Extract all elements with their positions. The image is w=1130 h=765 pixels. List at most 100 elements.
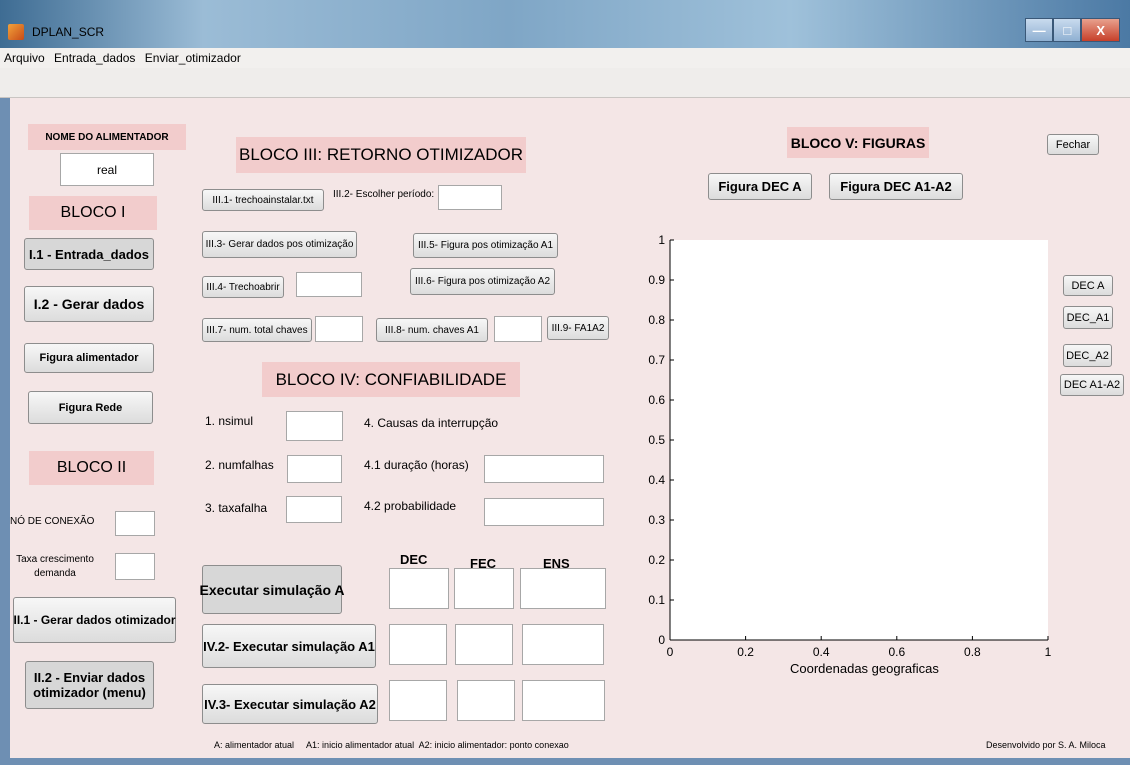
y-tick-label: 0.2 — [648, 553, 665, 567]
y-tick-label: 0.3 — [648, 513, 665, 527]
y-tick-label: 0 — [658, 633, 665, 647]
x-tick-label: 0 — [667, 645, 674, 659]
y-tick-label: 0.6 — [648, 393, 665, 407]
dec-column-header: DEC — [400, 552, 428, 567]
num-chaves-a1-field[interactable] — [494, 316, 542, 342]
fec-a2-field[interactable] — [457, 680, 515, 721]
gerar-dados-pos-otimizacao-button[interactable]: III.3- Gerar dados pos otimização — [202, 231, 357, 258]
legend-text: A: alimentador atual A1: inicio alimenta… — [214, 740, 569, 750]
gerar-dados-otimizador-button[interactable]: II.1 - Gerar dados otimizador — [13, 597, 176, 643]
probabilidade-label: 4.2 probabilidade — [364, 499, 457, 513]
bloco2-title: BLOCO II — [29, 451, 154, 485]
bloco3-title: BLOCO III: RETORNO OTIMIZADOR — [236, 137, 526, 173]
trechoabrir-field[interactable] — [296, 272, 362, 297]
figura-dec-a1-a2-button[interactable]: Figura DEC A1-A2 — [829, 173, 963, 200]
fa1a2-button[interactable]: III.9- FA1A2 — [547, 316, 609, 340]
nome-alimentador-label: NOME DO ALIMENTADOR — [28, 124, 186, 150]
ens-a-field[interactable] — [520, 568, 606, 609]
figura-pos-otimizacao-a2-button[interactable]: III.6- Figura pos otimização A2 — [410, 268, 555, 295]
dec-a-button[interactable]: DEC A — [1063, 275, 1113, 296]
figura-pos-otimizacao-a1-button[interactable]: III.5- Figura pos otimização A1 — [413, 233, 558, 258]
demanda-label: demanda — [34, 568, 76, 579]
trechoabrir-button[interactable]: III.4- Trechoabrir — [202, 276, 284, 298]
y-tick-label: 0.4 — [648, 473, 665, 487]
y-tick-label: 0.7 — [648, 353, 665, 367]
num-total-chaves-button[interactable]: III.7- num. total chaves — [202, 318, 312, 342]
y-tick-label: 1 — [658, 233, 665, 247]
fec-a1-field[interactable] — [455, 624, 513, 665]
y-tick-label: 0.1 — [648, 593, 665, 607]
bottom-frame — [0, 758, 1130, 765]
left-frame — [0, 98, 10, 758]
menu-bar: Arquivo Entrada_dados Enviar_otimizador — [0, 48, 1130, 68]
bloco1-title: BLOCO I — [29, 196, 157, 230]
numfalhas-label: 2. numfalhas — [205, 458, 274, 472]
dec-a2-field[interactable] — [389, 680, 447, 721]
nsimul-label: 1. nsimul — [205, 414, 254, 428]
menu-arquivo[interactable]: Arquivo — [4, 51, 45, 65]
fec-a-field[interactable] — [454, 568, 514, 609]
escolher-periodo-label: III.2- Escolher período: — [333, 189, 435, 200]
nome-alimentador-field[interactable]: real — [60, 153, 154, 186]
ens-a1-field[interactable] — [522, 624, 604, 665]
menu-entrada-dados[interactable]: Entrada_dados — [54, 51, 135, 65]
no-conexao-field[interactable] — [115, 511, 155, 536]
menu-enviar-otimizador[interactable]: Enviar_otimizador — [145, 51, 241, 65]
empty-plot-axes: 0 0.2 0.4 0.6 0.8 1 0 0.1 0.2 0.3 0.4 0.5 0.6 0.7 0.8 0… — [648, 233, 1052, 659]
fechar-button[interactable]: Fechar — [1047, 134, 1099, 155]
num-total-chaves-field[interactable] — [315, 316, 363, 342]
x-tick-label: 0.8 — [964, 645, 981, 659]
dec-a1-field[interactable] — [389, 624, 447, 665]
window-title-text: DPLAN_SCR — [32, 25, 105, 39]
matlab-icon — [8, 24, 24, 40]
toolbar — [0, 68, 1130, 98]
executar-simulacao-a2-button[interactable]: IV.3- Executar simulação A2 — [202, 684, 378, 724]
credits-text: Desenvolvido por S. A. Miloca — [986, 740, 1106, 750]
probabilidade-field[interactable] — [484, 498, 604, 526]
bloco5-title: BLOCO V: FIGURAS — [787, 127, 929, 158]
trechoainstalar-button[interactable]: III.1- trechoainstalar.txt — [202, 189, 324, 211]
escolher-periodo-field[interactable] — [438, 185, 502, 210]
ens-a2-field[interactable] — [522, 680, 605, 721]
taxafalha-label: 3. taxafalha — [205, 501, 268, 515]
taxafalha-field[interactable] — [286, 496, 342, 523]
executar-simulacao-a-button[interactable]: Executar simulação A — [200, 565, 345, 614]
enviar-dados-line1: II.2 - Enviar dados — [33, 670, 146, 685]
y-tick-label: 0.8 — [648, 313, 665, 327]
causas-interrupcao-label: 4. Causas da interrupção — [364, 416, 499, 430]
executar-simulacao-a1-button[interactable]: IV.2- Executar simulação A1 — [202, 624, 376, 668]
x-tick-label: 0.4 — [813, 645, 830, 659]
y-tick-label: 0.9 — [648, 273, 665, 287]
x-tick-label: 1 — [1045, 645, 1052, 659]
figura-alimentador-button[interactable]: Figura alimentador — [24, 343, 154, 373]
title-bar — [0, 0, 1130, 48]
no-conexao-label: NÓ DE CONEXÃO — [10, 516, 95, 527]
minimize-button[interactable]: — — [1025, 18, 1054, 42]
maximize-button[interactable]: □ — [1053, 18, 1082, 42]
duracao-horas-field[interactable] — [484, 455, 604, 483]
window-title: DPLAN_SCR — [8, 21, 148, 43]
duracao-horas-label: 4.1 duração (horas) — [364, 458, 469, 472]
close-button[interactable]: X — [1081, 18, 1120, 42]
window-controls: — □ X — [1025, 18, 1120, 42]
entrada-dados-button[interactable]: I.1 - Entrada_dados — [24, 238, 154, 270]
x-axis-label: Coordenadas geograficas — [790, 661, 939, 676]
figura-rede-button[interactable]: Figura Rede — [28, 391, 153, 424]
figura-dec-a-button[interactable]: Figura DEC A — [708, 173, 812, 200]
dec-a2-button[interactable]: DEC_A2 — [1063, 344, 1112, 367]
num-chaves-a1-button[interactable]: III.8- num. chaves A1 — [376, 318, 488, 342]
x-tick-label: 0.2 — [737, 645, 754, 659]
numfalhas-field[interactable] — [287, 455, 342, 483]
plot-area — [670, 240, 1048, 640]
dec-a-field[interactable] — [389, 568, 449, 609]
gerar-dados-button[interactable]: I.2 - Gerar dados — [24, 286, 154, 322]
x-tick-label: 0.6 — [888, 645, 905, 659]
taxa-crescimento-field[interactable] — [115, 553, 155, 580]
enviar-dados-line2: otimizador (menu) — [33, 685, 146, 700]
enviar-dados-otimizador-button[interactable]: II.2 - Enviar dados otimizador (menu) — [25, 661, 154, 709]
dec-a1-button[interactable]: DEC_A1 — [1063, 306, 1113, 329]
bloco4-title: BLOCO IV: CONFIABILIDADE — [262, 362, 520, 397]
nsimul-field[interactable] — [286, 411, 343, 441]
taxa-crescimento-label: Taxa crescimento — [16, 554, 94, 565]
y-tick-label: 0.5 — [648, 433, 665, 447]
